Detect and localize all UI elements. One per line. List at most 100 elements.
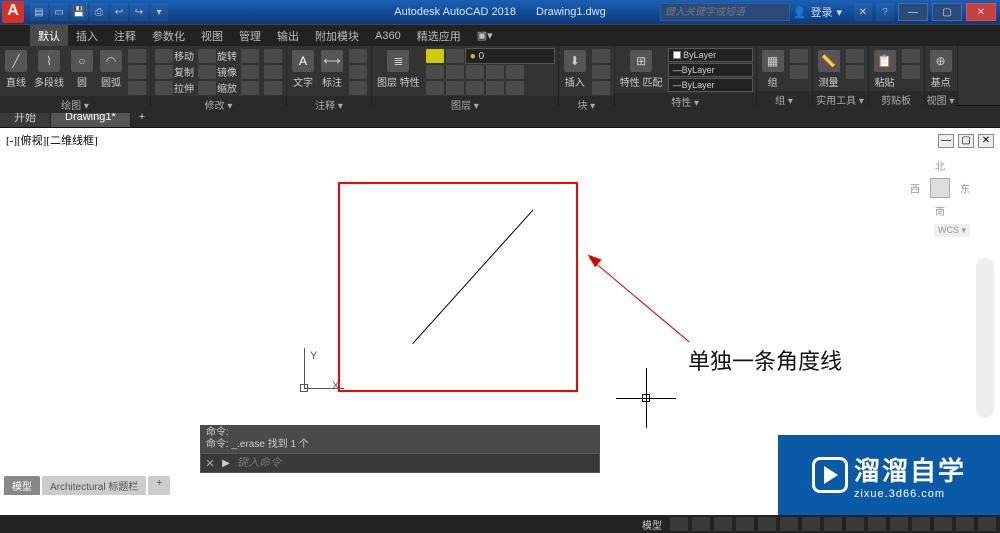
command-close-icon[interactable]: ✕ [201, 457, 219, 470]
tab-view[interactable]: 视图 [193, 25, 231, 46]
stretch-tool[interactable] [155, 81, 173, 95]
block-edit-tool[interactable] [592, 65, 610, 79]
insert-block-tool[interactable]: ⬇插入 [562, 48, 588, 91]
panel-layers-title[interactable]: 图层 ▾ [372, 96, 558, 113]
status-ws-icon[interactable] [912, 517, 930, 531]
group-tool[interactable]: ▦组 [760, 48, 786, 91]
navigation-bar[interactable] [976, 258, 994, 418]
status-clean-icon[interactable] [934, 517, 952, 531]
status-iso-icon[interactable] [956, 517, 974, 531]
help-search-input[interactable] [660, 3, 790, 21]
ucs-icon[interactable]: Y X [296, 348, 346, 398]
layer-tool-d[interactable] [486, 65, 504, 79]
cut-tool[interactable] [902, 49, 920, 63]
layer-tool-h[interactable] [466, 81, 484, 95]
tab-parametric[interactable]: 参数化 [144, 25, 193, 46]
panel-utilities-title[interactable]: 实用工具 ▾ [813, 91, 868, 108]
block-create-tool[interactable] [592, 49, 610, 63]
viewport-maximize-icon[interactable]: ▢ [958, 134, 974, 148]
basepoint-tool[interactable]: ⊕基点 [928, 48, 954, 91]
copy-tool[interactable] [155, 65, 173, 79]
qat-undo-icon[interactable]: ↪ [130, 3, 148, 21]
util-a[interactable] [846, 49, 864, 63]
status-snap-icon[interactable] [692, 517, 710, 531]
copy-clip-tool[interactable] [902, 65, 920, 79]
lineweight-combo[interactable]: — ByLayer [668, 63, 753, 77]
panel-properties-title[interactable]: 特性 ▾ [615, 93, 756, 110]
panel-draw-title[interactable]: 绘图 ▾ [0, 96, 150, 113]
layer-tool-a[interactable] [426, 65, 444, 79]
status-custom-icon[interactable] [978, 517, 996, 531]
layer-freeze-icon[interactable] [446, 49, 464, 63]
text-tool[interactable]: A文字 [290, 48, 316, 91]
maximize-button[interactable]: ▢ [932, 3, 962, 21]
array-tool[interactable] [241, 81, 259, 95]
status-osnap-icon[interactable] [758, 517, 776, 531]
rotate-tool[interactable] [198, 49, 216, 63]
fillet-tool[interactable] [241, 65, 259, 79]
layer-tool-f[interactable] [426, 81, 444, 95]
status-polar-icon[interactable] [736, 517, 754, 531]
status-otrack-icon[interactable] [780, 517, 798, 531]
status-grid-icon[interactable] [670, 517, 688, 531]
offset-tool[interactable] [264, 49, 282, 63]
hatch-tool[interactable] [128, 65, 146, 79]
util-b[interactable] [846, 65, 864, 79]
status-ortho-icon[interactable] [714, 517, 732, 531]
layout-add[interactable]: + [148, 476, 170, 495]
tab-output[interactable]: 输出 [269, 25, 307, 46]
tab-bullet-icon[interactable]: ▣▾ [469, 25, 501, 46]
viewport-label[interactable]: [-][俯视][二维线框] [6, 132, 98, 148]
measure-tool[interactable]: 📏测量 [816, 48, 842, 91]
qat-open-icon[interactable]: ▭ [50, 3, 68, 21]
status-model-button[interactable]: 模型 [638, 517, 666, 532]
ellipse-tool[interactable] [128, 81, 146, 95]
trim-tool[interactable] [241, 49, 259, 63]
line-tool[interactable]: ╱直线 [3, 48, 29, 91]
arc-tool[interactable]: ◠圆弧 [98, 48, 124, 91]
match-props-tool[interactable]: ⊞特性 匹配 [618, 48, 665, 91]
viewcube[interactable]: 北 南 东 西 [910, 158, 970, 218]
login-button[interactable]: 👤 登录 ▾ [793, 4, 842, 20]
tab-a360[interactable]: A360 [367, 25, 409, 46]
viewport-close-icon[interactable]: ✕ [978, 134, 994, 148]
move-tool[interactable] [155, 49, 173, 63]
app-icon[interactable]: A [2, 1, 24, 23]
layer-props-tool[interactable]: ≣图层 特性 [375, 48, 422, 91]
leader-tool[interactable] [349, 49, 367, 63]
layer-tool-g[interactable] [446, 81, 464, 95]
tab-annotate[interactable]: 注释 [106, 25, 144, 46]
layer-tool-c[interactable] [466, 65, 484, 79]
ungroup-tool[interactable] [790, 65, 808, 79]
layout-arch[interactable]: Architectural 标题栏 [42, 476, 146, 495]
tab-featured[interactable]: 精选应用 [409, 25, 469, 46]
panel-modify-title[interactable]: 修改 ▾ [151, 96, 286, 113]
scale-tool[interactable] [198, 81, 216, 95]
extend-tool[interactable] [264, 81, 282, 95]
viewcube-top-face[interactable] [930, 178, 950, 198]
dimension-tool[interactable]: ⟷标注 [319, 48, 345, 91]
rect-tool[interactable] [128, 49, 146, 63]
layer-tool-b[interactable] [446, 65, 464, 79]
tab-manage[interactable]: 管理 [231, 25, 269, 46]
help-icon[interactable]: ? [876, 3, 894, 21]
qat-print-icon[interactable]: ↩ [110, 3, 128, 21]
circle-tool[interactable]: ○圆 [69, 48, 95, 91]
panel-block-title[interactable]: 块 ▾ [559, 96, 614, 113]
layer-combo[interactable]: ● 0 [465, 48, 555, 64]
tab-default[interactable]: 默认 [30, 25, 68, 46]
panel-annotation-title[interactable]: 注释 ▾ [287, 96, 371, 113]
wipeout-tool[interactable] [349, 81, 367, 95]
status-sc-icon[interactable] [868, 517, 886, 531]
qat-saveas-icon[interactable]: ⎙ [90, 3, 108, 21]
wcs-badge[interactable]: WCS ▾ [934, 224, 970, 237]
layer-tool-j[interactable] [506, 81, 524, 95]
polyline-tool[interactable]: ⌇多段线 [32, 48, 66, 91]
command-input[interactable] [233, 457, 599, 469]
qat-new-icon[interactable]: ▤ [30, 3, 48, 21]
mirror-tool[interactable] [198, 65, 216, 79]
layer-tool-e[interactable] [506, 65, 524, 79]
panel-view-title[interactable]: 视图 ▾ [925, 91, 957, 108]
tab-insert[interactable]: 插入 [68, 25, 106, 46]
viewport-minimize-icon[interactable]: — [938, 134, 954, 148]
